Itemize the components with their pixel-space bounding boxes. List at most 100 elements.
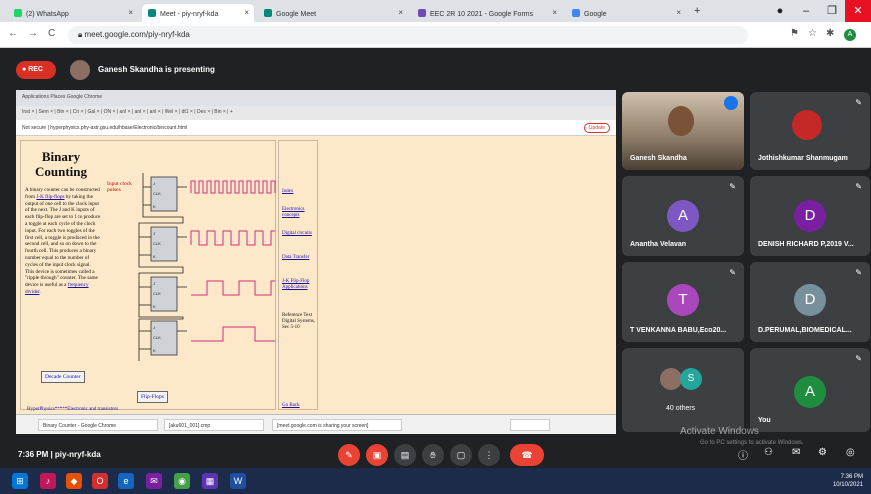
others-count: 40 others [666,405,696,412]
participant-avatar: A [794,376,826,408]
participant-tile-4[interactable]: ✎ D DENISH RICHARD P,2019 V... [750,176,870,256]
k-label-2: K [153,254,156,259]
system-clock: 7:36 PM 10/10/2021 [832,474,863,488]
go-back-link[interactable]: Go Back [282,403,318,409]
close-icon[interactable]: × [128,8,133,17]
tab-google[interactable]: Google × [566,4,686,22]
present-button[interactable]: ▢ [450,444,472,466]
address-bar: ← → C 🔒︎ meet.google.com/piy-nryf-kda ⚑ … [0,22,871,48]
participant-tile-2[interactable]: ✎ Jothishkumar Shanmugam [750,92,870,170]
decade-counter-button[interactable]: Decade Counter [41,371,85,383]
edge-icon[interactable]: e [118,473,134,489]
page-title: Binary Counting [34,149,88,179]
forward-icon[interactable]: → [28,28,38,39]
word-icon[interactable]: W [230,473,246,489]
star-icon[interactable]: ☆ [808,28,817,39]
participant-avatar: S [680,368,702,390]
activities-icon[interactable]: ⚙ [818,447,827,458]
waveform-q1 [190,230,275,246]
chat-icon[interactable]: ✉ [792,447,800,458]
mail-icon[interactable]: ✉ [146,473,162,489]
mic-off-icon: ✎ [855,354,862,363]
meet-icon [264,9,272,17]
shared-web-page: Binary Counting A binary counter can be … [16,136,616,414]
shared-screen: Applications Places Google Chrome Inst ×… [16,90,616,434]
presenter-avatar [70,60,90,80]
activate-windows-title: Activate Windows [680,426,759,437]
meet-header: ● REC Ganesh Skandha is presenting [0,52,871,88]
browser-tab-strip: (2) WhatsApp × Meet - piy-nryf-kda × Googl… [0,0,871,22]
link-electronics-concepts[interactable]: Electronics concepts [282,207,318,219]
close-icon[interactable]: × [676,8,681,17]
chrome-icon[interactable]: ◉ [174,473,190,489]
close-icon[interactable]: × [398,8,403,17]
puzzle-icon[interactable]: ✱ [826,28,834,39]
extension-icon[interactable]: ⚑ [790,28,799,39]
more-options-button[interactable]: ⋮ [478,444,500,466]
activate-windows-subtitle: Go to PC settings to activate Windows. [700,440,804,446]
meet-icon [148,9,156,17]
tab-whatsapp[interactable]: (2) WhatsApp × [8,4,138,22]
raise-hand-button[interactable]: ✋︎ [422,444,444,466]
tab-google-meet[interactable]: Google Meet × [258,4,408,22]
close-icon[interactable]: × [552,8,557,17]
close-window-button[interactable]: ✕ [845,0,871,22]
maximize-button[interactable]: ❐ [819,0,845,22]
mic-toggle-button[interactable]: ✎ [338,444,360,466]
participant-name: Anantha Velavan [630,241,687,248]
participant-photo [792,110,822,140]
body-text: A binary counter can be constructed from… [25,187,101,295]
profile-avatar[interactable]: A [844,29,856,41]
tab-google-forms[interactable]: EEC 2R 10 2021 - Google Forms × [412,4,562,22]
url-input[interactable]: 🔒︎ meet.google.com/piy-nryf-kda [68,26,748,44]
minimize-button[interactable]: – [793,0,819,22]
people-icon[interactable]: ⚇ [764,447,773,458]
taskbar-sharing-item: [meet.google.com is sharing your screen] [272,419,402,431]
participant-name: DENISH RICHARD P,2019 V... [758,241,854,248]
info-icon[interactable]: ⓘ [738,447,748,462]
start-icon[interactable]: ⊞ [12,473,28,489]
tab-meet[interactable]: Meet - piy-nryf-kda × [142,4,254,22]
reload-icon[interactable]: C [48,28,55,39]
participant-tile-others[interactable]: S 40 others [622,348,744,432]
link-index[interactable]: Index [282,189,318,195]
new-tab-button[interactable]: + [694,5,700,17]
leave-call-button[interactable]: ☎︎ [510,444,544,466]
presenting-label: Ganesh Skandha is presenting [98,65,215,74]
shared-address-bar: Not secure | hyperphysics.phy-astr.gsu.e… [16,120,616,136]
participant-tile-self[interactable]: ✎ A You [750,348,870,432]
clk-label-2: CLK [153,241,161,246]
taskbar-cmp-item: [aku601_001].cmp [164,419,264,431]
k-label-1: K [153,204,156,209]
j-label-2: J [153,231,155,236]
camera-toggle-button[interactable]: ▣ [366,444,388,466]
participant-tile-3[interactable]: ✎ A Anantha Velavan [622,176,744,256]
captions-button[interactable]: ▤ [394,444,416,466]
link-data-transfer[interactable]: Data Transfer [282,255,318,261]
footer-link[interactable]: HyperPhysics*****Electronic and transist… [27,407,118,412]
mic-off-icon: ✎ [855,268,862,277]
counter-diagram: J CLK K J CLK K J CLK K J CLK K [138,173,276,361]
close-icon[interactable]: × [244,8,249,17]
flip-flops-button[interactable]: Flip-Flops [137,391,168,403]
j-label-3: J [153,281,155,286]
forms-icon [418,9,426,17]
participant-name: D.PERUMAL,BIOMEDICAL... [758,327,852,334]
link-digital-circuits[interactable]: Digital circuits [282,231,318,237]
host-controls-icon[interactable]: ◎ [846,447,855,458]
whatsapp-icon [14,9,22,17]
participant-tile-presenter[interactable]: Ganesh Skandha [622,92,744,170]
shared-menu-bar: Applications Places Google Chrome [16,90,616,106]
media-app-icon[interactable]: ♪ [40,473,56,489]
back-icon[interactable]: ← [8,28,18,39]
participant-avatar: D [794,200,826,232]
taskbar-blank-item [510,419,550,431]
participant-tile-6[interactable]: ✎ D D.PERUMAL,BIOMEDICAL... [750,262,870,342]
app-grid-icon[interactable]: ▦ [202,473,218,489]
participant-tile-5[interactable]: ✎ T T VENKANNA BABU,Eco20... [622,262,744,342]
opera-icon[interactable]: O [92,473,108,489]
office-app-icon[interactable]: ◆ [66,473,82,489]
content-frame: Binary Counting A binary counter can be … [20,140,276,412]
k-label-3: K [153,304,156,309]
link-jk-applications[interactable]: J-K Flip-Flop Applications [282,279,318,291]
